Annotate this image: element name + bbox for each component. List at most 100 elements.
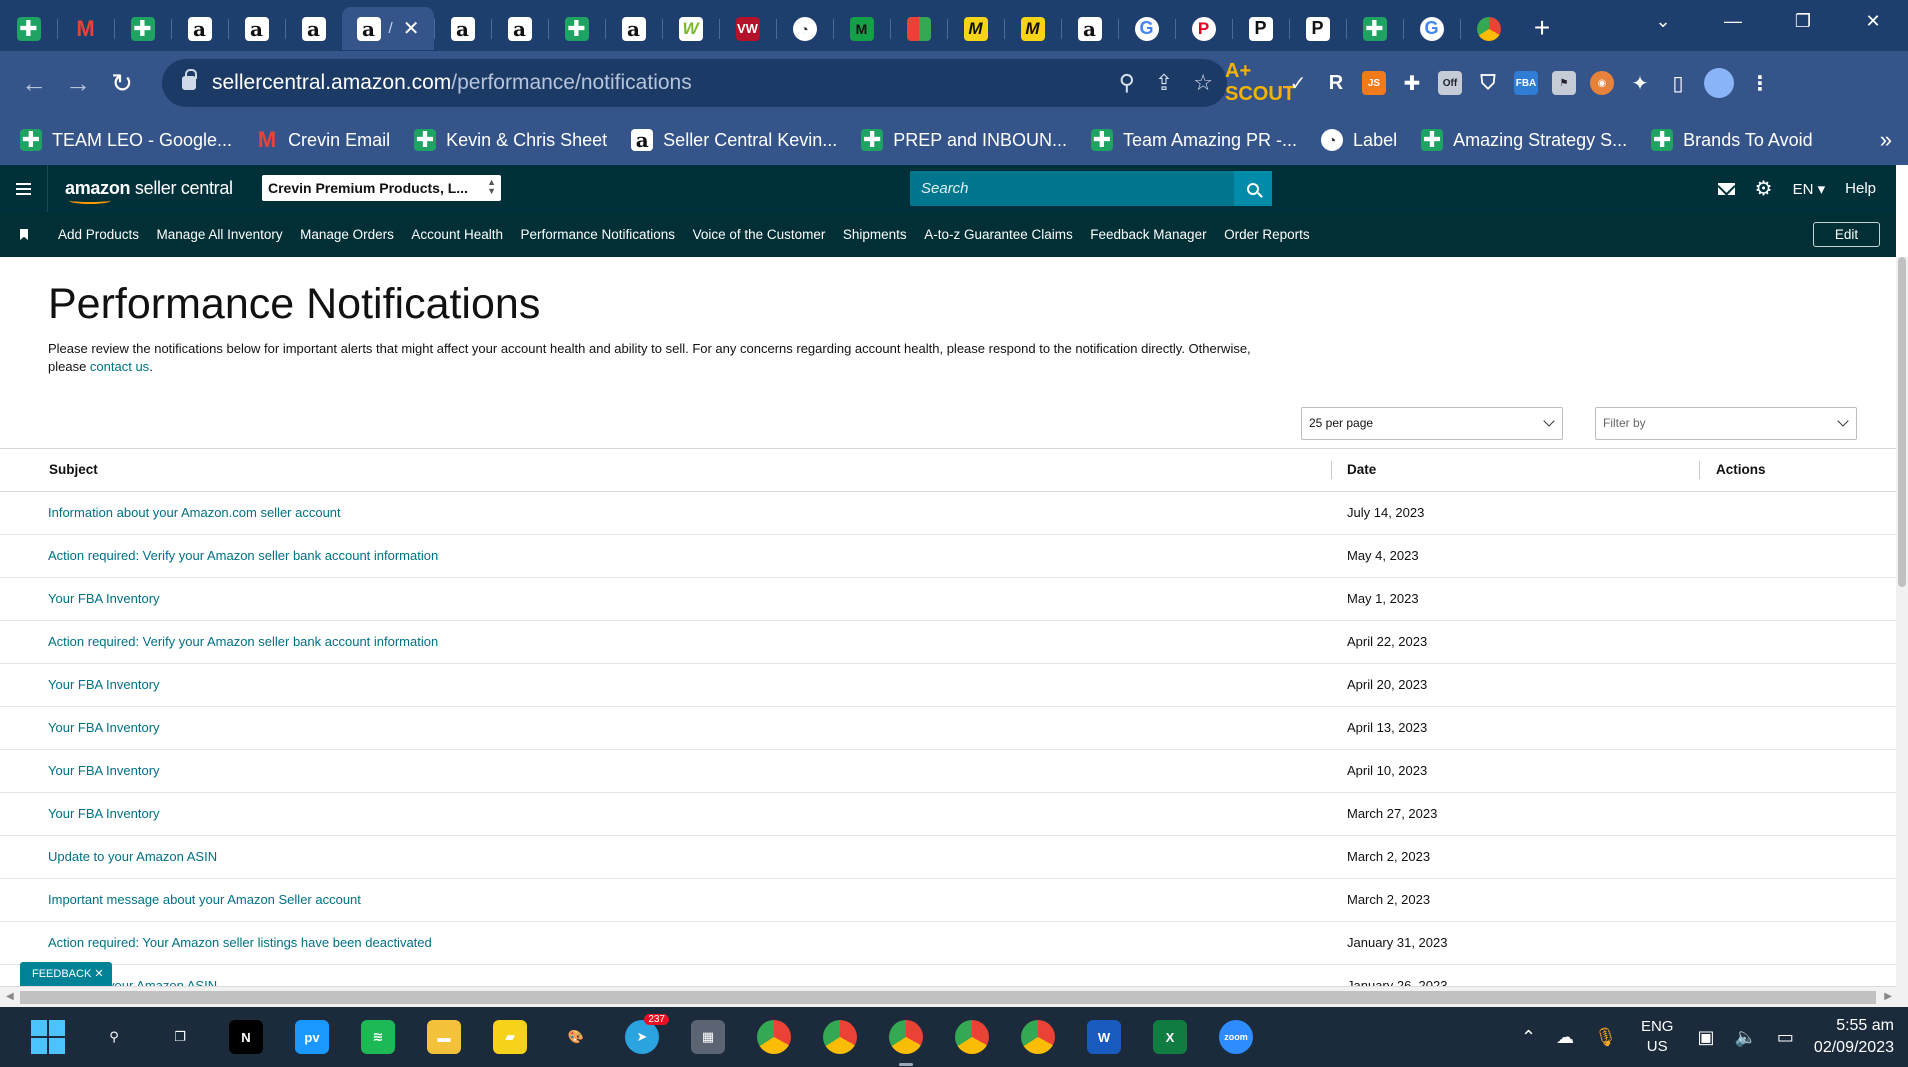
profile-avatar[interactable] [1704,68,1734,98]
browser-tab[interactable]: ✚ [114,7,171,50]
browser-tab[interactable]: a [285,7,342,50]
browser-tab[interactable]: a [228,7,285,50]
browser-tab[interactable]: a [605,7,662,50]
zoom-icon[interactable]: zoom [1219,1020,1253,1054]
url-text[interactable]: sellercentral.amazon.com/performance/not… [212,71,692,95]
scroll-right-arrow-icon[interactable]: ▶ [1884,991,1892,1002]
gear-icon[interactable]: ⚙ [1755,176,1773,201]
extension-icon[interactable]: ⚑ [1552,71,1576,95]
new-tab-button[interactable]: + [1517,12,1567,44]
spotify-icon[interactable]: ≋ [361,1020,395,1054]
browser-tab-active[interactable]: a / ✕ [342,7,434,50]
nav-link-order-reports[interactable]: Order Reports [1224,227,1310,242]
microphone-icon[interactable]: 🎙 [1594,1027,1617,1048]
bookmark-item[interactable]: ✚ Brands To Avoid [1651,127,1813,152]
scrollbar-thumb[interactable] [20,991,1876,1004]
bookmark-item[interactable]: ✚ Kevin & Chris Sheet [414,127,607,152]
browser-tab[interactable]: a [491,7,548,50]
volume-icon[interactable]: 🔈 [1734,1027,1756,1048]
nav-link-feedback-manager[interactable]: Feedback Manager [1090,227,1206,242]
notification-subject-link[interactable]: Your FBA Inventory [48,806,160,821]
extension-icon[interactable]: ◉ [1590,71,1614,95]
scroll-left-arrow-icon[interactable]: ◀ [6,991,14,1002]
help-link[interactable]: Help [1845,180,1876,197]
column-divider[interactable] [1699,461,1700,479]
browser-tab[interactable] [1460,7,1517,50]
bookmark-item[interactable]: a Seller Central Kevin... [631,128,837,152]
scrollbar-thumb[interactable] [1898,257,1906,587]
close-window-button[interactable]: ✕ [1838,11,1908,32]
telegram-icon[interactable]: ➤ 237 [625,1014,669,1054]
contact-us-link[interactable]: contact us [90,359,149,374]
browser-tab[interactable]: G [1118,7,1175,50]
browser-tab[interactable]: P [1232,7,1289,50]
sticky-notes-icon[interactable]: ▰ [493,1020,527,1054]
zoom-icon[interactable]: ⚲ [1119,70,1135,96]
notification-subject-link[interactable]: Important message about your Amazon Sell… [48,892,361,907]
browser-tab[interactable]: VW [719,7,776,50]
edit-nav-button[interactable]: Edit [1813,222,1880,247]
extension-icon[interactable]: ▯ [1666,71,1690,95]
nav-link-a-to-z-guarantee-claims[interactable]: A-to-z Guarantee Claims [924,227,1073,242]
browser-tab[interactable]: M [833,7,890,50]
word-icon[interactable]: W [1087,1020,1121,1054]
language-indicator[interactable]: ENG US [1641,1017,1674,1057]
extension-icon[interactable]: ✚ [1400,71,1424,95]
browser-tab[interactable]: P [1289,7,1346,50]
netflix-icon[interactable]: N [229,1020,263,1054]
column-divider[interactable] [1331,461,1332,479]
start-button[interactable] [31,1020,65,1054]
onedrive-icon[interactable]: ☁ [1556,1027,1574,1048]
nav-link-manage-all-inventory[interactable]: Manage All Inventory [157,227,283,242]
bookmark-item[interactable]: ◔ Label [1321,129,1397,151]
browser-tab[interactable]: a [171,7,228,50]
chrome-icon[interactable] [823,1020,857,1054]
browser-tab[interactable]: ✚ [548,7,605,50]
nav-link-add-products[interactable]: Add Products [58,227,139,242]
notification-subject-link[interactable]: Action required: Verify your Amazon sell… [48,548,438,563]
bookmark-item[interactable]: ✚ Team Amazing PR -... [1090,127,1297,152]
nav-link-account-health[interactable]: Account Health [411,227,503,242]
maximize-button[interactable]: ❐ [1768,11,1838,32]
back-button[interactable]: ← [12,68,56,99]
bookmark-item[interactable]: M Crevin Email [256,127,390,152]
account-switcher[interactable]: Crevin Premium Products, L... ▲ ▼ [262,175,501,201]
reload-button[interactable]: ↻ [100,68,144,99]
share-icon[interactable]: ⇪ [1155,70,1173,96]
battery-icon[interactable]: ▭ [1777,1027,1794,1048]
notification-subject-link[interactable]: Update to your Amazon ASIN [48,849,217,864]
notification-subject-link[interactable]: Your FBA Inventory [48,591,160,606]
bookmark-icon[interactable] [20,229,28,240]
per-page-select[interactable]: 25 per page [1301,407,1563,440]
prime-video-icon[interactable]: pv [295,1020,329,1054]
notification-subject-link[interactable]: Information about your Amazon.com seller… [48,505,341,520]
notification-subject-link[interactable]: Action required: Your Amazon seller list… [48,935,432,950]
notification-subject-link[interactable]: Your FBA Inventory [48,763,160,778]
star-icon[interactable]: ☆ [1193,70,1213,96]
extension-icon[interactable]: ⛉ [1476,71,1500,95]
extension-icon[interactable]: Off [1438,71,1462,95]
nav-link-voice-of-the-customer[interactable]: Voice of the Customer [693,227,826,242]
file-explorer-icon[interactable]: ▬ [427,1020,461,1054]
seller-central-logo[interactable]: amazon seller central [65,178,233,204]
chrome-icon[interactable] [889,1020,923,1066]
minimize-button[interactable]: — [1698,11,1768,32]
search-icon[interactable]: ⚲ [97,1020,131,1054]
browser-tab[interactable]: W [662,7,719,50]
chevron-up-icon[interactable]: ⌃ [1521,1027,1536,1048]
browser-tab[interactable]: ◔ [776,7,833,50]
nav-link-shipments[interactable]: Shipments [843,227,907,242]
browser-menu-icon[interactable]: ⋮ [1748,71,1772,95]
browser-tab[interactable]: P [1175,7,1232,50]
lock-icon[interactable] [182,69,197,90]
bookmark-item[interactable]: ✚ PREP and INBOUN... [861,127,1067,152]
notification-subject-link[interactable]: Action required: Verify your Amazon sell… [48,634,438,649]
nav-link-performance-notifications[interactable]: Performance Notifications [520,227,675,242]
extension-icon[interactable]: ✓ [1286,71,1310,95]
bookmark-item[interactable]: ✚ TEAM LEO - Google... [20,127,232,152]
browser-tab[interactable]: M [1004,7,1061,50]
browser-tab[interactable]: ✚ [0,7,57,50]
horizontal-scrollbar[interactable]: ◀ ▶ [0,986,1896,1007]
extension-icon[interactable]: A+ SCOUT [1225,60,1295,105]
calculator-icon[interactable]: ▦ [691,1020,725,1054]
